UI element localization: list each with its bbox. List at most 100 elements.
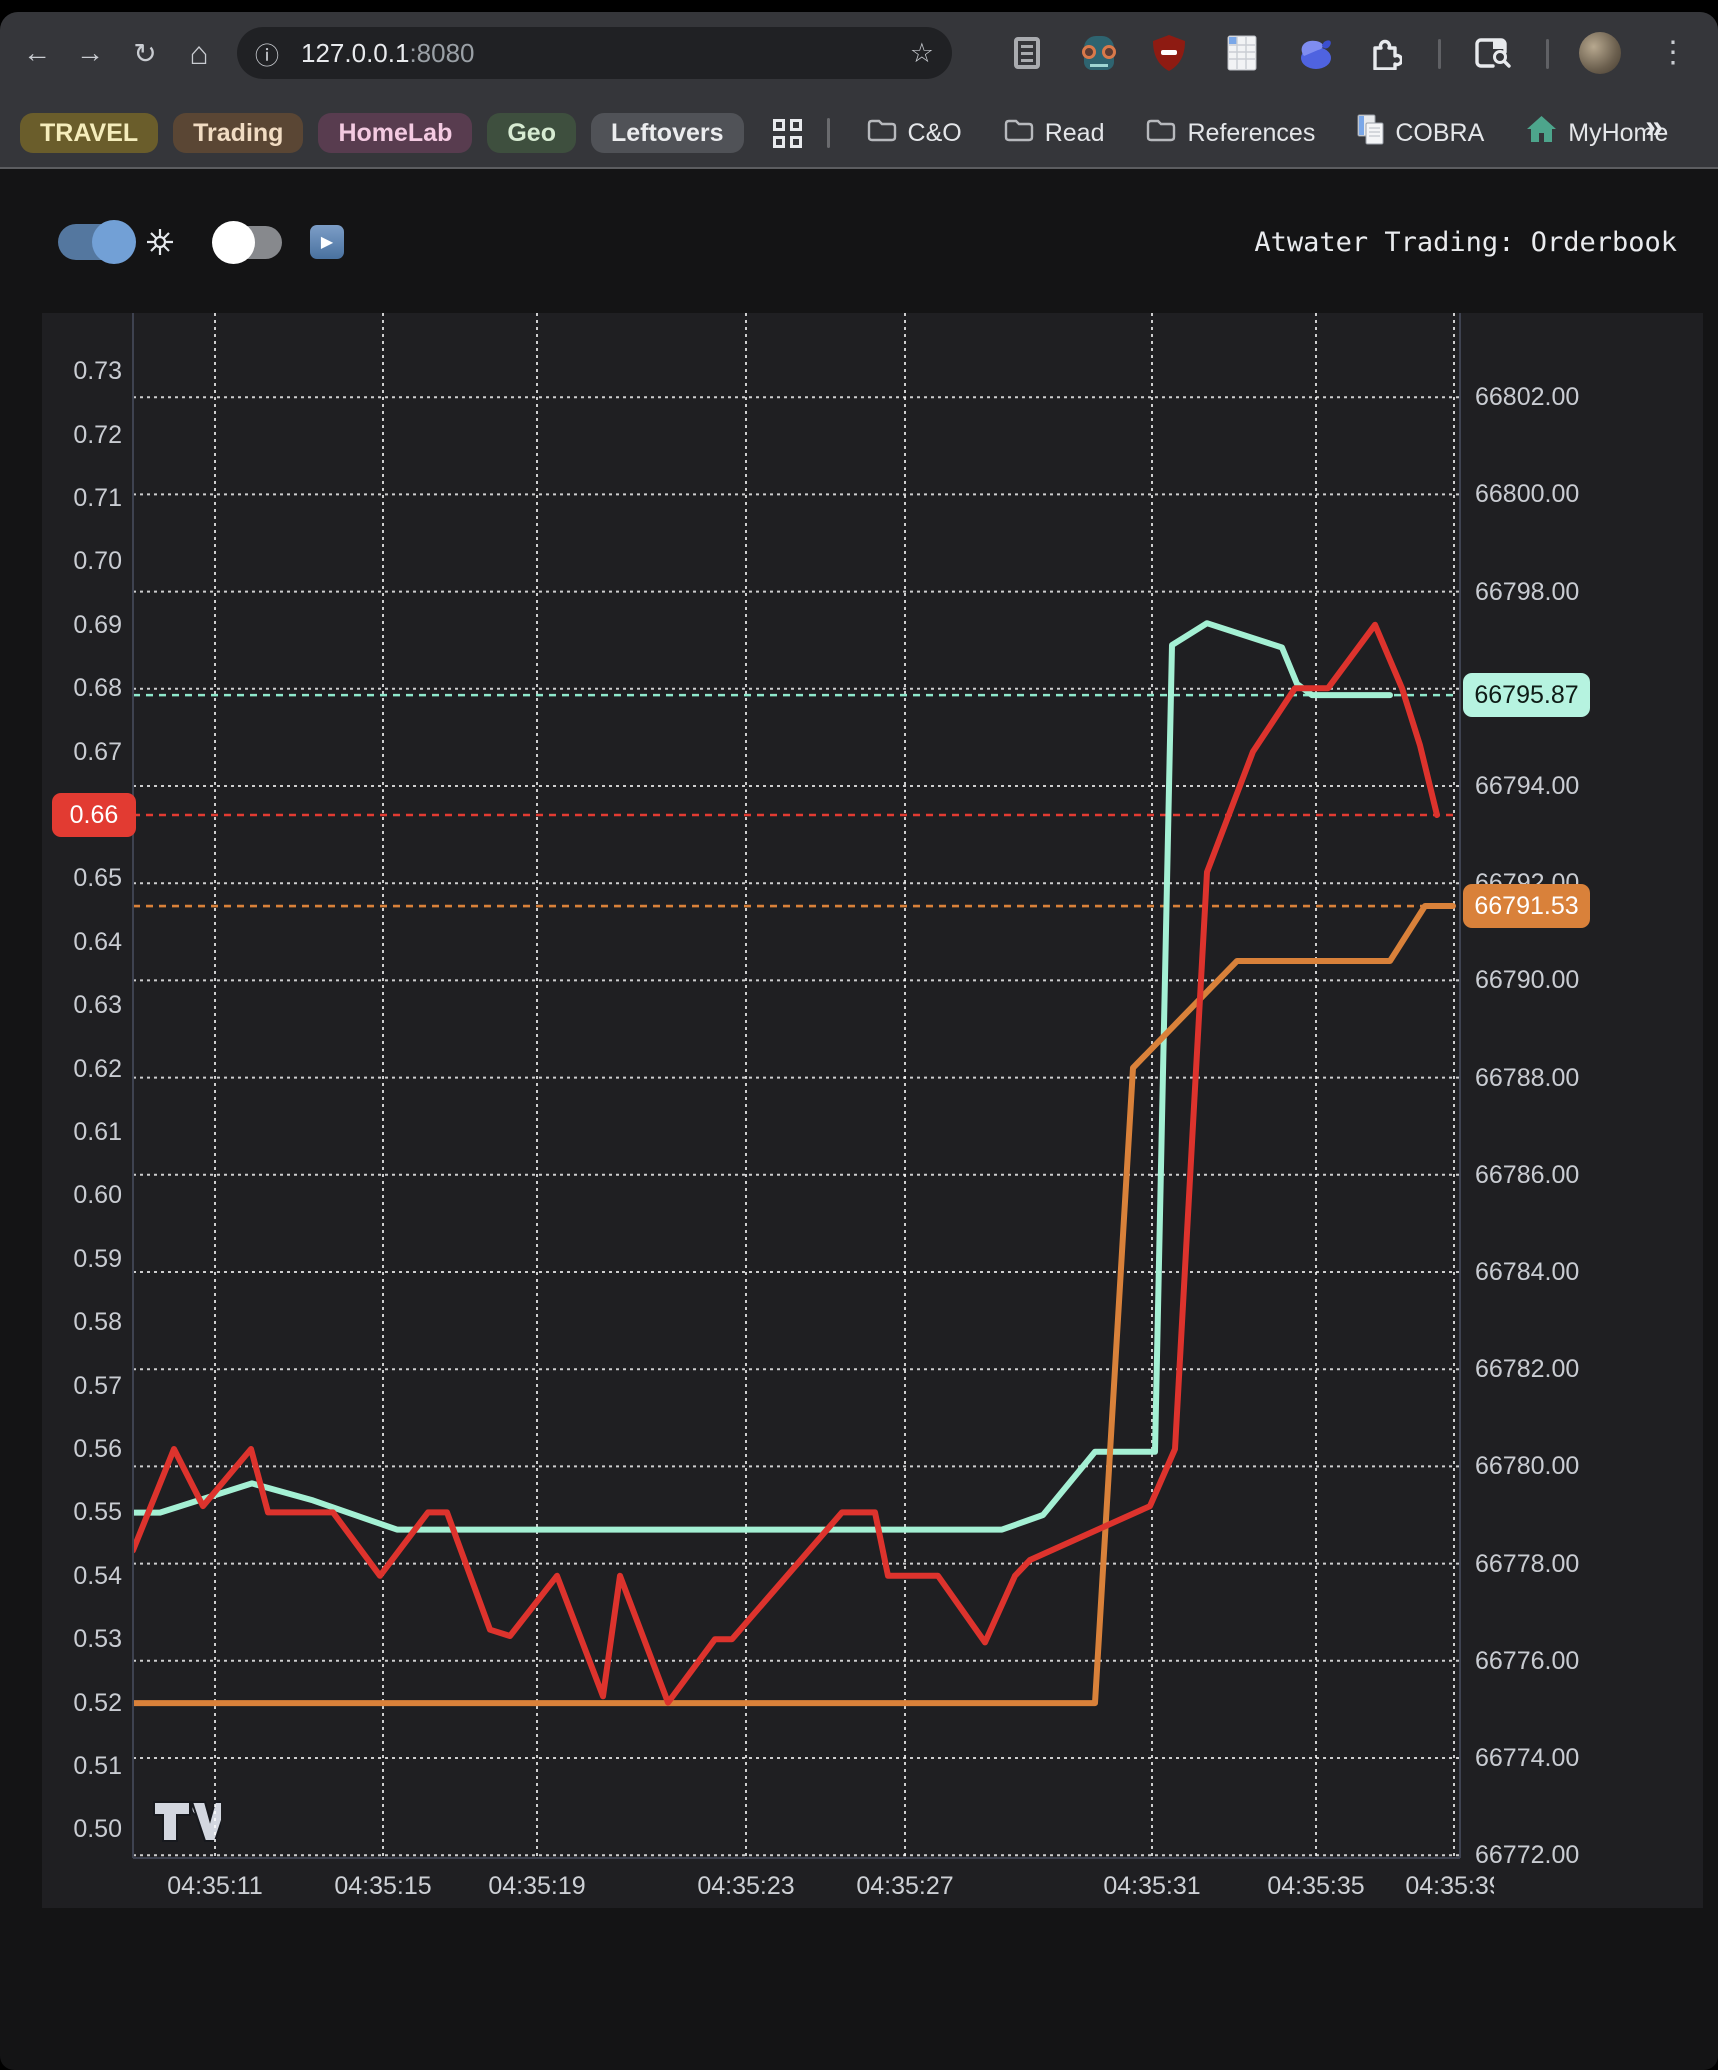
- toolbar-separator: [1438, 39, 1441, 69]
- left-axis-label: 0.55: [42, 1499, 122, 1525]
- left-axis-label: 0.60: [42, 1182, 122, 1208]
- series-teal-line: [133, 623, 1390, 1529]
- chart-canvas[interactable]: [42, 313, 1703, 1908]
- left-axis-label: 0.72: [42, 422, 122, 448]
- right-axis-label: 66786.00: [1475, 1162, 1579, 1188]
- time-axis-label: 04:35:15: [334, 1872, 431, 1901]
- left-axis-label: 0.56: [42, 1436, 122, 1462]
- home-icon: [1526, 115, 1557, 151]
- left-axis-label: 0.68: [42, 675, 122, 701]
- spreadsheet-extension-icon[interactable]: [1222, 33, 1262, 73]
- time-axis-label: 04:35:19: [488, 1872, 585, 1901]
- folder-icon: [1004, 117, 1034, 150]
- robot-extension-icon[interactable]: [1079, 33, 1119, 73]
- right-axis-label: 66788.00: [1475, 1065, 1579, 1091]
- left-axis-label: 0.73: [42, 358, 122, 384]
- time-axis-label: 04:35:23: [697, 1872, 794, 1901]
- extensions-puzzle-icon[interactable]: [1365, 33, 1405, 73]
- left-axis-label: 0.53: [42, 1626, 122, 1652]
- orderbook-chart[interactable]: 0.730.720.710.700.690.680.670.660.650.64…: [42, 313, 1703, 1908]
- bookmark-item-references[interactable]: References: [1146, 114, 1315, 152]
- bookmark-item-co[interactable]: C&O: [867, 114, 962, 152]
- bookmark-item-cobra[interactable]: COBRA: [1357, 114, 1484, 152]
- white-toggle[interactable]: [216, 226, 282, 259]
- bookmark-pill-leftovers[interactable]: Leftovers: [591, 113, 744, 153]
- left-axis-label: 0.70: [42, 548, 122, 574]
- left-axis-label: 0.59: [42, 1246, 122, 1272]
- left-axis-label: 0.67: [42, 739, 122, 765]
- forward-arrow-icon[interactable]: →: [70, 33, 110, 73]
- doc-icon: [1357, 114, 1384, 152]
- profile-avatar[interactable]: [1579, 32, 1621, 74]
- left-axis-label: 0.58: [42, 1309, 122, 1335]
- bookmark-item-label: COBRA: [1395, 119, 1484, 148]
- right-axis-label: 66798.00: [1475, 579, 1579, 605]
- right-axis-label: 66780.00: [1475, 1453, 1579, 1479]
- url-host[interactable]: 127.0.0.1: [301, 38, 409, 69]
- right-axis-label: 66794.00: [1475, 773, 1579, 799]
- bookmark-folder-items: C&OReadReferencesCOBRAMyHome: [855, 114, 1669, 152]
- rabbit-extension-icon[interactable]: [1295, 33, 1335, 73]
- grid-horizontal-lines: [133, 397, 1460, 1855]
- bookmark-item-read[interactable]: Read: [1004, 114, 1105, 152]
- time-axis-label: 04:35:11: [167, 1872, 262, 1901]
- bookmark-pill-trading[interactable]: Trading: [173, 113, 303, 153]
- right-axis-label: 66800.00: [1475, 481, 1579, 507]
- left-axis-label: 0.64: [42, 929, 122, 955]
- url-bar[interactable]: ⓘ 127.0.0.1:8080 ☆: [237, 27, 952, 79]
- snowflake-icon[interactable]: [146, 228, 174, 261]
- bookmark-item-label: C&O: [908, 119, 962, 148]
- bookmarks-separator: [827, 118, 830, 148]
- left-axis-label: 0.62: [42, 1056, 122, 1082]
- price-label-66791-53: 66791.53: [1463, 884, 1590, 928]
- right-axis-label: 66784.00: [1475, 1259, 1579, 1285]
- grid-bookmark-icon[interactable]: [773, 119, 802, 148]
- browser-chrome: ← → ↻ ⌂ ⓘ 127.0.0.1:8080 ☆: [0, 12, 1718, 169]
- left-axis-label: 0.61: [42, 1119, 122, 1145]
- toolbar-separator: [1546, 39, 1549, 69]
- time-axis[interactable]: 04:35:11 04:35:15 04:35:19 04:35:23 04:35:27…: [42, 1860, 1494, 1908]
- bookmark-pill-homelab[interactable]: HomeLab: [318, 113, 472, 153]
- tab-search-icon[interactable]: [1473, 33, 1513, 73]
- left-axis-label: 0.54: [42, 1563, 122, 1589]
- bookmarks-overflow-chevron[interactable]: »: [1645, 108, 1663, 145]
- left-axis-label: 0.63: [42, 992, 122, 1018]
- grid-vertical-lines: [215, 313, 1454, 1858]
- reading-list-icon[interactable]: [1007, 33, 1047, 73]
- home-icon[interactable]: ⌂: [179, 33, 219, 73]
- right-axis-label: 66790.00: [1475, 967, 1579, 993]
- time-axis-label: 04:35:35: [1267, 1872, 1364, 1901]
- bookmark-item-label: References: [1187, 119, 1315, 148]
- left-axis-label: 0.50: [42, 1816, 122, 1842]
- bookmark-star-icon[interactable]: ☆: [910, 38, 934, 69]
- price-label-66795-87: 66795.87: [1463, 673, 1590, 717]
- shield-adblock-icon[interactable]: [1149, 33, 1189, 73]
- bookmarks-bar: TRAVEL Trading HomeLab Geo Leftovers C&O Read…: [0, 100, 1718, 166]
- bookmark-pills: TRAVEL Trading HomeLab Geo Leftovers: [20, 113, 744, 153]
- left-axis-label: 0.69: [42, 612, 122, 638]
- plot-borders: [133, 313, 1460, 1858]
- page-title: Atwater Trading: Orderbook: [1254, 227, 1677, 258]
- right-axis-label: 66802.00: [1475, 384, 1579, 410]
- blue-toggle[interactable]: [58, 224, 130, 260]
- price-dashed-lines: [133, 695, 1460, 906]
- right-axis-label: 66776.00: [1475, 1648, 1579, 1674]
- menu-kebab-icon[interactable]: ⋮: [1653, 32, 1693, 72]
- time-axis-label: 04:35:31: [1103, 1872, 1200, 1901]
- left-axis-label: 0.57: [42, 1373, 122, 1399]
- bookmark-item-label: Read: [1045, 119, 1105, 148]
- time-axis-label: 04:35:39: [1405, 1872, 1494, 1901]
- time-axis-label: 04:35:27: [856, 1872, 953, 1901]
- bookmark-pill-travel[interactable]: TRAVEL: [20, 113, 158, 153]
- series-orange-line: [133, 906, 1453, 1703]
- back-arrow-icon[interactable]: ←: [17, 33, 57, 73]
- site-info-icon[interactable]: ⓘ: [255, 36, 279, 71]
- right-axis-label: 66778.00: [1475, 1551, 1579, 1577]
- reload-icon[interactable]: ↻: [125, 33, 165, 73]
- right-axis-label: 66774.00: [1475, 1745, 1579, 1771]
- folder-icon: [867, 117, 897, 150]
- bookmark-pill-geo[interactable]: Geo: [487, 113, 576, 153]
- browser-window: ← → ↻ ⌂ ⓘ 127.0.0.1:8080 ☆: [0, 12, 1718, 2070]
- play-button[interactable]: ▶: [310, 225, 344, 259]
- left-axis-label: 0.51: [42, 1753, 122, 1779]
